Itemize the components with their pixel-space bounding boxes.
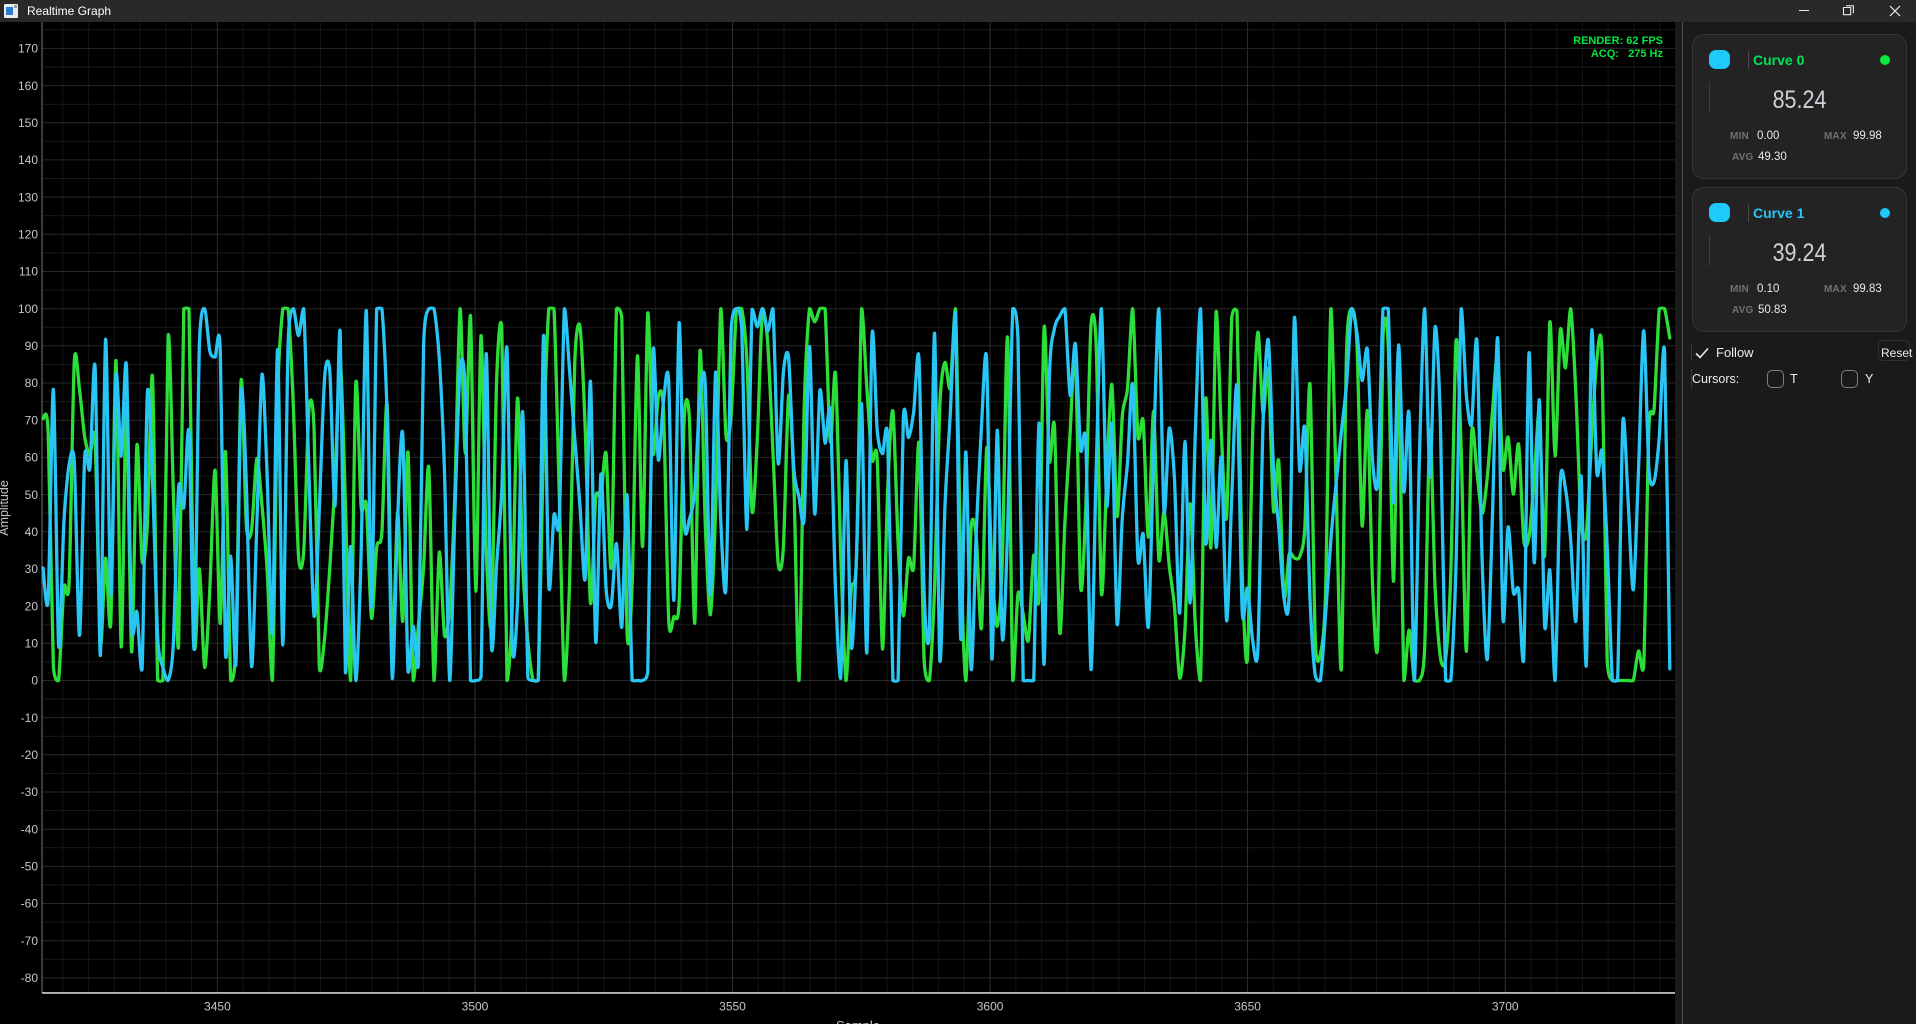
svg-text:-20: -20 [21, 748, 39, 762]
svg-text:20: 20 [25, 599, 39, 613]
svg-text:40: 40 [25, 525, 39, 539]
svg-text:120: 120 [18, 228, 38, 242]
svg-text:100: 100 [18, 302, 38, 316]
svg-text:-50: -50 [21, 860, 39, 874]
svg-text:10: 10 [25, 637, 39, 651]
svg-text:3500: 3500 [462, 1000, 489, 1014]
svg-text:-60: -60 [21, 897, 39, 911]
svg-text:140: 140 [18, 153, 38, 167]
svg-text:80: 80 [25, 376, 39, 390]
svg-text:70: 70 [25, 413, 39, 427]
svg-text:Sample: Sample [836, 1018, 880, 1024]
svg-text:3600: 3600 [977, 1000, 1004, 1014]
svg-text:-40: -40 [21, 822, 39, 836]
svg-text:160: 160 [18, 79, 38, 93]
svg-text:Amplitude: Amplitude [0, 480, 11, 536]
svg-text:90: 90 [25, 339, 39, 353]
svg-text:-10: -10 [21, 711, 39, 725]
svg-text:-70: -70 [21, 934, 39, 948]
svg-text:0: 0 [31, 674, 38, 688]
svg-text:50: 50 [25, 488, 39, 502]
svg-text:3550: 3550 [719, 1000, 746, 1014]
svg-text:3700: 3700 [1492, 1000, 1519, 1014]
svg-text:150: 150 [18, 116, 38, 130]
svg-text:60: 60 [25, 451, 39, 465]
svg-text:-80: -80 [21, 971, 39, 985]
svg-text:RENDER: 62 FPS: RENDER: 62 FPS [1573, 35, 1663, 47]
svg-text:110: 110 [19, 265, 38, 279]
svg-text:3450: 3450 [204, 1000, 231, 1014]
svg-text:3650: 3650 [1234, 1000, 1261, 1014]
svg-text:30: 30 [25, 562, 39, 576]
svg-text:130: 130 [18, 190, 38, 204]
svg-text:170: 170 [18, 42, 38, 56]
svg-text:-30: -30 [21, 785, 39, 799]
svg-text:ACQ: 275 Hz: ACQ: 275 Hz [1591, 48, 1664, 60]
